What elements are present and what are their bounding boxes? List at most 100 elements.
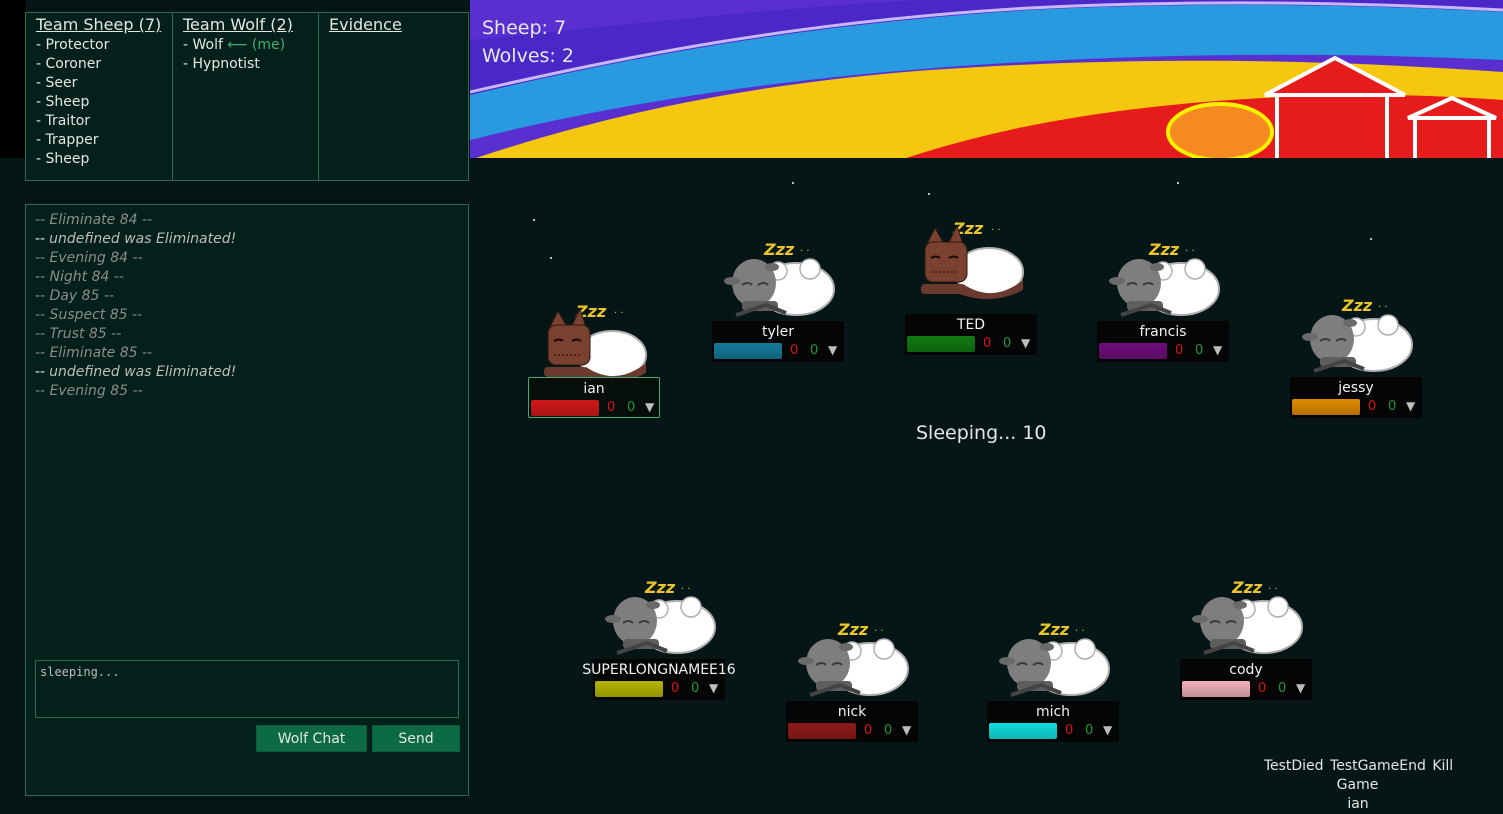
dropdown-arrow-icon[interactable]: ▼ xyxy=(709,681,718,695)
speck xyxy=(550,257,552,259)
player-nameplate[interactable]: mich 0 0 ▼ xyxy=(987,701,1119,742)
wolves-count: Wolves: 2 xyxy=(482,45,574,67)
trust-count: 0 xyxy=(627,400,636,415)
suspect-count: 0 xyxy=(1368,399,1377,414)
dropdown-arrow-icon[interactable]: ▼ xyxy=(902,723,911,737)
player-nameplate[interactable]: ian 0 0 ▼ xyxy=(528,377,660,418)
player-color-bar xyxy=(1292,399,1360,415)
sleeping-sheep-avatar: Zzz . . xyxy=(995,611,1113,701)
chat-elimination-message: undefined was Eliminated! xyxy=(35,230,236,249)
team-sheep-column: Team Sheep (7) - Protector - Coroner - See… xyxy=(26,13,173,180)
trust-count: 0 xyxy=(1003,336,1012,351)
wolf-chat-button[interactable]: Wolf Chat xyxy=(256,725,367,752)
svg-text:Zzz: Zzz xyxy=(644,578,676,597)
player-color-bar xyxy=(989,723,1057,739)
sheep-role-list: - Protector - Coroner - Seer - Sheep - Trait… xyxy=(36,36,162,169)
teams-panel: Team Sheep (7) - Protector - Coroner - See… xyxy=(25,12,469,181)
suspect-count: 0 xyxy=(671,681,680,696)
player-color-bar xyxy=(1182,681,1250,697)
chat-elimination-message: undefined was Eliminated! xyxy=(35,363,236,382)
sleeping-wolf-avatar: Zzz . . xyxy=(536,297,654,387)
test-game-end-button[interactable]: TestGameEnd xyxy=(1330,758,1426,774)
dropdown-arrow-icon[interactable]: ▼ xyxy=(1213,343,1222,357)
svg-text:Zzz: Zzz xyxy=(1341,296,1373,315)
player-nameplate[interactable]: francis 0 0 ▼ xyxy=(1097,321,1229,362)
player-color-bar xyxy=(788,723,856,739)
me-tag: ⟵ (me) xyxy=(227,37,286,53)
trust-count: 0 xyxy=(1085,723,1094,738)
svg-text:. .: . . xyxy=(1185,243,1195,254)
sheep-count: Sheep: 7 xyxy=(482,17,567,39)
chat-phase-message: -- Night 84 -- xyxy=(35,269,124,285)
speck xyxy=(1370,238,1372,240)
chat-phase-message: -- Eliminate 85 -- xyxy=(35,345,153,361)
chat-panel: -- Eliminate 84 -- undefined was Eliminat… xyxy=(25,204,469,796)
dropdown-arrow-icon[interactable]: ▼ xyxy=(1021,336,1030,350)
suspect-count: 0 xyxy=(1175,343,1184,358)
team-sheep-header[interactable]: Team Sheep (7) xyxy=(36,15,162,34)
player-nameplate[interactable]: nick 0 0 ▼ xyxy=(786,701,918,742)
sleeping-sheep-avatar: Zzz . . xyxy=(794,611,912,701)
speck xyxy=(1177,182,1179,184)
test-died-button[interactable]: TestDied xyxy=(1264,758,1324,774)
chat-phase-message: -- Day 85 -- xyxy=(35,288,115,304)
svg-text:Zzz: Zzz xyxy=(1148,240,1180,259)
suspect-count: 0 xyxy=(864,723,873,738)
player-name: mich xyxy=(1035,704,1071,720)
chat-phase-message: -- Evening 85 -- xyxy=(35,383,143,399)
trust-count: 0 xyxy=(884,723,893,738)
evidence-column: Evidence xyxy=(319,13,468,180)
trust-count: 0 xyxy=(1278,681,1287,696)
svg-text:. .: . . xyxy=(1075,623,1085,634)
suspect-count: 0 xyxy=(1258,681,1267,696)
dropdown-arrow-icon[interactable]: ▼ xyxy=(828,343,837,357)
team-wolf-column: Team Wolf (2) - Wolf ⟵ (me) - Hypnotist xyxy=(173,13,319,180)
player-name: cody xyxy=(1229,662,1263,678)
chat-phase-message: -- Trust 85 -- xyxy=(35,326,122,342)
svg-text:Zzz: Zzz xyxy=(1038,620,1070,639)
sleeping-sheep-avatar: Zzz . . xyxy=(1105,231,1223,321)
team-wolf-header[interactable]: Team Wolf (2) xyxy=(183,15,308,34)
dropdown-arrow-icon[interactable]: ▼ xyxy=(1103,723,1112,737)
dropdown-arrow-icon[interactable]: ▼ xyxy=(645,400,654,414)
team-counts: Sheep: 7 Wolves: 2 xyxy=(482,14,574,70)
chat-phase-message: -- Evening 84 -- xyxy=(35,250,143,266)
player-name: nick xyxy=(837,704,867,720)
svg-text:. .: . . xyxy=(681,581,691,592)
chat-log: -- Eliminate 84 -- undefined was Eliminat… xyxy=(35,211,236,401)
player-nameplate[interactable]: cody 0 0 ▼ xyxy=(1180,659,1312,700)
suspect-count: 0 xyxy=(983,336,992,351)
svg-text:. .: . . xyxy=(1268,581,1278,592)
sleeping-sheep-avatar: Zzz . . xyxy=(1188,569,1306,659)
speck xyxy=(928,193,930,195)
sleeping-sheep-avatar: Zzz . . xyxy=(720,231,838,321)
player-color-bar xyxy=(595,681,663,697)
debug-user: ian xyxy=(1347,796,1369,812)
trust-count: 0 xyxy=(810,343,819,358)
role-item-wolf: - Wolf ⟵ (me) xyxy=(183,37,286,53)
debug-controls: TestDied TestGameEnd Kill Game ian xyxy=(1243,757,1473,814)
chat-phase-message: -- Eliminate 84 -- xyxy=(35,212,153,228)
chat-input[interactable]: sleeping... xyxy=(35,660,459,718)
player-nameplate[interactable]: tyler 0 0 ▼ xyxy=(712,321,844,362)
chat-phase-message: -- Suspect 85 -- xyxy=(35,307,143,323)
sleeping-sheep-avatar: Zzz . . xyxy=(1298,287,1416,377)
player-nameplate[interactable]: SUPERLONGNAMEE16 0 0 ▼ xyxy=(582,659,736,700)
dropdown-arrow-icon[interactable]: ▼ xyxy=(1296,681,1305,695)
player-nameplate[interactable]: jessy 0 0 ▼ xyxy=(1290,377,1422,418)
speck xyxy=(533,219,535,221)
player-name: TED xyxy=(956,317,986,333)
player-name: francis xyxy=(1139,324,1187,340)
dropdown-arrow-icon[interactable]: ▼ xyxy=(1406,399,1415,413)
player-color-bar xyxy=(907,336,975,352)
sleeping-wolf-avatar: Zzz . . xyxy=(913,214,1031,304)
player-nameplate[interactable]: TED 0 0 ▼ xyxy=(905,314,1037,355)
svg-text:. .: . . xyxy=(1378,299,1388,310)
svg-text:Zzz: Zzz xyxy=(763,240,795,259)
evidence-header[interactable]: Evidence xyxy=(329,15,458,34)
send-button[interactable]: Send xyxy=(372,725,460,752)
suspect-count: 0 xyxy=(790,343,799,358)
player-name: SUPERLONGNAMEE16 xyxy=(582,662,736,678)
role-item: - Seer xyxy=(36,75,78,91)
svg-text:Zzz: Zzz xyxy=(1231,578,1263,597)
